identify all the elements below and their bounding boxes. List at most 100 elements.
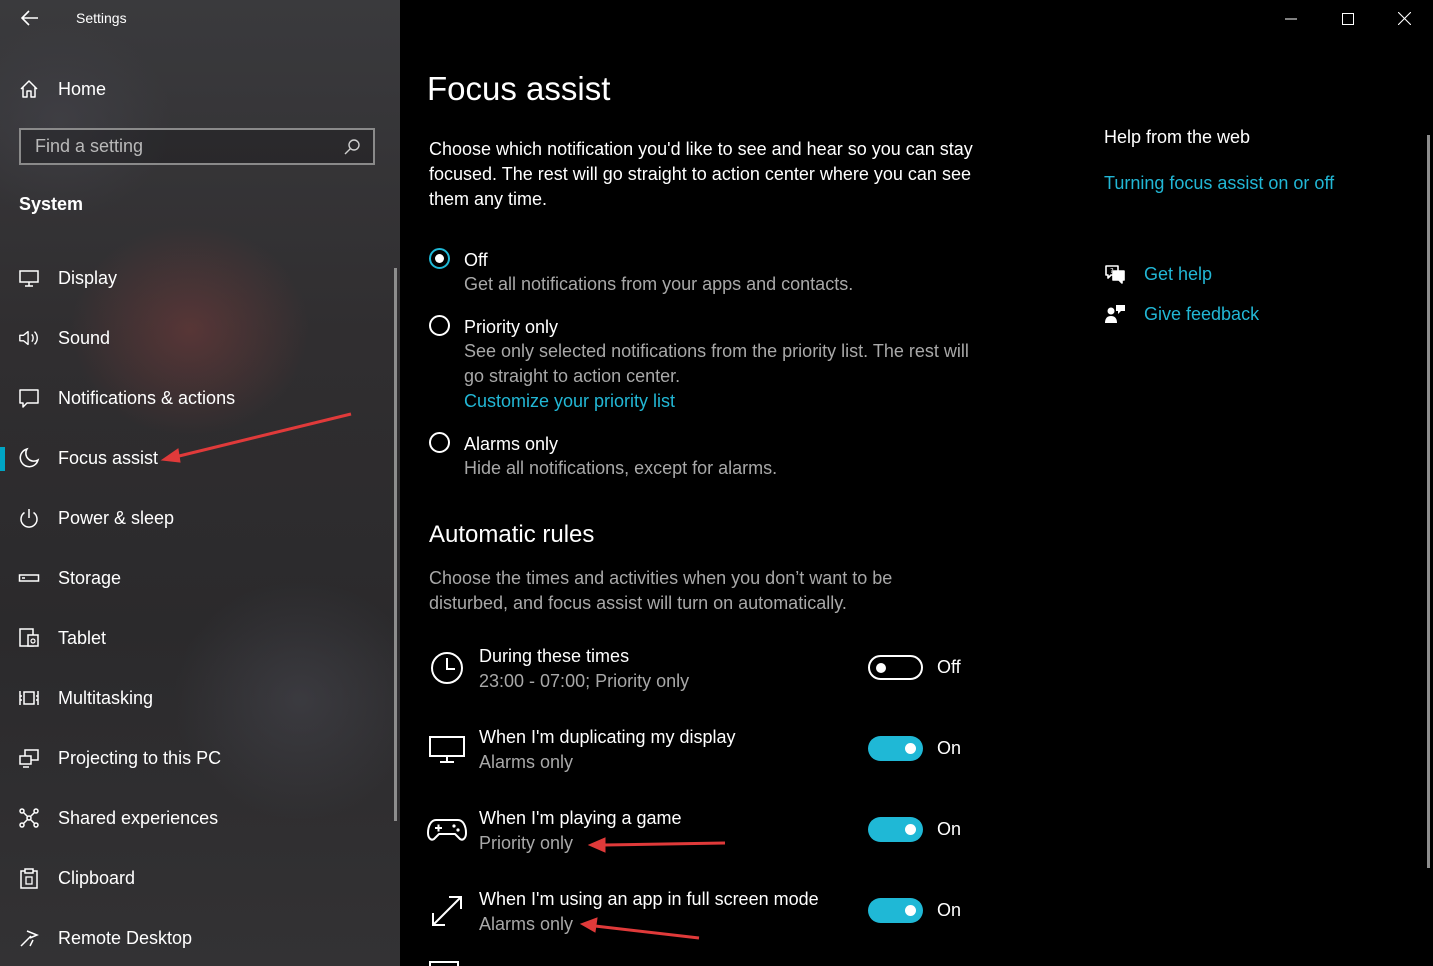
- radio-alarms-only-label[interactable]: Alarms only: [464, 432, 989, 456]
- sidebar-item-focus-assist[interactable]: Focus assist: [0, 428, 395, 488]
- shared-icon: [18, 807, 40, 829]
- sidebar-item-label: Shared experiences: [58, 807, 219, 828]
- option-priority-only: Priority only See only selected notifica…: [429, 315, 989, 414]
- sidebar-item-multitasking[interactable]: Multitasking: [0, 668, 395, 728]
- sidebar-item-display[interactable]: Display: [0, 248, 395, 308]
- minimize-button[interactable]: [1262, 0, 1319, 37]
- back-button[interactable]: [18, 6, 42, 30]
- minimize-icon: [1284, 18, 1297, 19]
- radio-off[interactable]: [429, 248, 450, 269]
- sidebar-item-clipboard[interactable]: Clipboard: [0, 848, 395, 908]
- sidebar-item-storage[interactable]: Storage: [0, 548, 395, 608]
- rule-toggle-playing-game[interactable]: [868, 817, 923, 842]
- radio-off-description: Get all notifications from your apps and…: [464, 274, 854, 294]
- projecting-icon: [18, 747, 40, 769]
- get-help-link[interactable]: ? Get help: [1104, 254, 1259, 294]
- home-nav-item[interactable]: Home: [18, 76, 106, 102]
- sidebar-item-label: Power & sleep: [58, 507, 175, 528]
- sidebar-item-label: Projecting to this PC: [58, 747, 222, 768]
- radio-alarms-only[interactable]: [429, 432, 450, 453]
- give-feedback-link[interactable]: Give feedback: [1104, 294, 1259, 334]
- storage-icon: [18, 567, 40, 589]
- get-help-label: Get help: [1144, 263, 1213, 284]
- sidebar-item-remote-desktop[interactable]: Remote Desktop: [0, 908, 395, 966]
- notification-icon: [18, 387, 40, 409]
- rule-toggle-state: On: [937, 738, 962, 758]
- sidebar-scrollbar[interactable]: [394, 268, 397, 821]
- svg-text:?: ?: [1110, 267, 1114, 275]
- sidebar-item-shared-experiences[interactable]: Shared experiences: [0, 788, 395, 848]
- radio-off-label[interactable]: Off: [464, 248, 989, 272]
- multitasking-icon: [18, 687, 40, 709]
- tablet-icon: [18, 627, 40, 649]
- section-title: System: [19, 194, 84, 214]
- rule-toggle-duplicating-display[interactable]: [868, 736, 923, 761]
- rule-subtitle: Priority only: [479, 833, 574, 853]
- next-rule-icon-partial: [429, 961, 459, 966]
- gamepad-icon: [427, 812, 467, 848]
- turning-focus-assist-link[interactable]: Turning focus assist on or off: [1104, 171, 1334, 196]
- close-icon: [1398, 12, 1411, 25]
- rule-title: When I'm using an app in full screen mod…: [479, 889, 819, 909]
- sidebar-item-label: Multitasking: [58, 687, 154, 708]
- rule-toggle-state: On: [937, 819, 962, 839]
- search-icon[interactable]: [343, 138, 361, 156]
- sidebar-item-notifications[interactable]: Notifications & actions: [0, 368, 395, 428]
- rule-toggle-fullscreen-app[interactable]: [868, 898, 923, 923]
- automatic-rules-list: During these times 23:00 - 07:00; Priori…: [427, 642, 1007, 966]
- rule-title: When I'm duplicating my display: [479, 727, 736, 747]
- clipboard-icon: [18, 867, 40, 889]
- feedback-icon: [1105, 305, 1125, 323]
- maximize-button[interactable]: [1319, 0, 1376, 37]
- sidebar-item-sound[interactable]: Sound: [0, 308, 395, 368]
- close-button[interactable]: [1376, 0, 1433, 37]
- rule-toggle-state: On: [937, 900, 962, 920]
- display-icon: [18, 267, 40, 289]
- sidebar-item-label: Remote Desktop: [58, 927, 193, 948]
- rule-subtitle: Alarms only: [479, 752, 574, 772]
- radio-priority-only-description: See only selected notifications from the…: [464, 341, 969, 386]
- rule-playing-game[interactable]: When I'm playing a game Priority only On: [427, 804, 1007, 885]
- page-title: Focus assist: [427, 70, 611, 107]
- sidebar-item-label: Focus assist: [58, 447, 159, 468]
- sidebar-item-label: Display: [58, 267, 118, 288]
- sidebar-item-label: Clipboard: [58, 867, 136, 888]
- sidebar-item-power-sleep[interactable]: Power & sleep: [0, 488, 395, 548]
- radio-priority-only-label[interactable]: Priority only: [464, 315, 989, 339]
- power-icon: [18, 507, 40, 529]
- chat-help-icon: ?: [1105, 265, 1125, 284]
- search-input[interactable]: [33, 135, 343, 158]
- nav-list: Display Sound Notifications & actions Fo…: [0, 248, 395, 966]
- option-alarms-only: Alarms only Hide all notifications, exce…: [429, 432, 989, 481]
- radio-alarms-only-description: Hide all notifications, except for alarm…: [464, 458, 778, 478]
- app-title: Settings: [76, 10, 127, 26]
- rule-toggle-state: Off: [937, 657, 961, 677]
- intro-text: Choose which notification you'd like to …: [429, 139, 973, 209]
- rule-subtitle: 23:00 - 07:00; Priority only: [479, 671, 690, 691]
- rule-subtitle: Alarms only: [479, 914, 574, 934]
- rule-during-times[interactable]: During these times 23:00 - 07:00; Priori…: [427, 642, 1007, 723]
- search-box[interactable]: [19, 128, 375, 165]
- main-scrollbar[interactable]: [1427, 135, 1430, 868]
- option-off: Off Get all notifications from your apps…: [429, 248, 989, 297]
- clock-icon: [427, 650, 467, 686]
- moon-icon: [18, 447, 40, 469]
- sidebar-item-projecting[interactable]: Projecting to this PC: [0, 728, 395, 788]
- sidebar-item-label: Notifications & actions: [58, 387, 236, 408]
- rule-fullscreen-app[interactable]: When I'm using an app in full screen mod…: [427, 885, 1007, 966]
- sidebar-item-label: Tablet: [58, 627, 107, 648]
- rule-duplicating-display[interactable]: When I'm duplicating my display Alarms o…: [427, 723, 1007, 804]
- sidebar-item-label: Storage: [58, 567, 122, 588]
- sidebar-item-tablet[interactable]: Tablet: [0, 608, 395, 668]
- back-arrow-icon: [21, 10, 38, 26]
- main-content: Focus assist Choose which notification y…: [400, 0, 1433, 966]
- rule-toggle-during-times[interactable]: [868, 655, 923, 680]
- radio-priority-only[interactable]: [429, 315, 450, 336]
- home-icon: [20, 80, 38, 98]
- automatic-rules-title: Automatic rules: [429, 521, 595, 548]
- customize-priority-list-link[interactable]: Customize your priority list: [464, 389, 989, 414]
- sidebar-item-label: Sound: [58, 327, 111, 348]
- automatic-rules-description: Choose the times and activities when you…: [429, 568, 893, 613]
- focus-mode-radio-group: Off Get all notifications from your apps…: [429, 248, 989, 481]
- help-title: Help from the web: [1104, 127, 1251, 147]
